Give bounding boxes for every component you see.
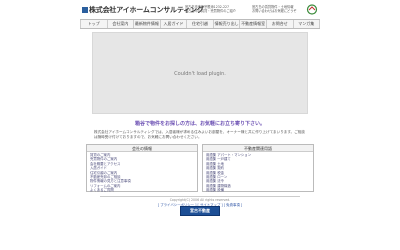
page-frame: 株式会社アイホームコンサルティング 宮古島市東仲宗根添1232-227 宮古島市… (80, 4, 321, 250)
list-item[interactable]: よくあるご質問 (90, 188, 194, 192)
nav-item-contact[interactable]: お問合せ (267, 20, 294, 28)
main-nav: トップ 会社案内 最新物件情報 入居ガイド 住宅引越 情報売り出し 不動産情報室… (80, 19, 321, 29)
list-item[interactable]: 用語集 設備 (206, 188, 310, 192)
glossary-panel: 不動産関連用語 用語集 アパート・マンション 用語集 一戸建て 用語集 土地 用… (202, 144, 314, 192)
intro-text: 株式会社アイホームコンサルティングでは、入居者様が求める住みよいお部屋を、オーナ… (94, 130, 305, 139)
footer-divider (100, 196, 300, 197)
company-info-list: 賃貸のご案内 売買物件のご案内 会社概要とアクセス 入居ガイド 住宅引越のご案内… (87, 152, 197, 194)
glossary-list: 用語集 アパート・マンション 用語集 一戸建て 用語集 土地 用語集 契約 用語… (203, 152, 313, 194)
panel-title: 不動産関連用語 (203, 145, 313, 152)
nav-item-company[interactable]: 会社案内 (108, 20, 135, 28)
panel-title: 会社の情報 (87, 145, 197, 152)
plugin-placeholder: Couldn't load plugin. (92, 32, 308, 114)
nav-item-moving[interactable]: 住宅引越 (187, 20, 214, 28)
site-header: 株式会社アイホームコンサルティング 宮古島市東仲宗根添1232-227 宮古島市… (80, 4, 320, 18)
header-info-note: 宮古島の賃貸物件・土地情報 お問い合わせはお気軽にどうぞ (252, 5, 297, 13)
nav-item-guide[interactable]: 入居ガイド (161, 20, 188, 28)
nav-item-info-room[interactable]: 不動産情報室 (240, 20, 267, 28)
plugin-error-message: Couldn't load plugin. (174, 71, 226, 77)
promo-heading: 箱谷で物件をお探しの方は、お気軽にお立ち寄り下さい。 (134, 121, 265, 127)
nav-item-latest[interactable]: 最新物件情報 (134, 20, 161, 28)
logo-square-icon (82, 7, 88, 13)
nav-item-sale[interactable]: 情報売り出し (214, 20, 241, 28)
nav-item-top[interactable]: トップ (80, 20, 108, 28)
nav-item-manga[interactable]: マンガ集 (294, 20, 321, 28)
header-note-line: お問い合わせはお気軽にどうぞ (252, 9, 297, 13)
footer-banner[interactable]: 宮古不動産 (180, 206, 220, 216)
header-address-note: 宮古島市東仲宗根添1232-227 宮古島市の賃貸・売買物件のご紹介 (185, 5, 236, 13)
company-info-panel: 会社の情報 賃貸のご案内 売買物件のご案内 会社概要とアクセス 入居ガイド 住宅… (86, 144, 198, 192)
header-note-line: 宮古島市の賃貸・売買物件のご紹介 (185, 9, 236, 13)
brand-mark-icon (306, 4, 318, 15)
